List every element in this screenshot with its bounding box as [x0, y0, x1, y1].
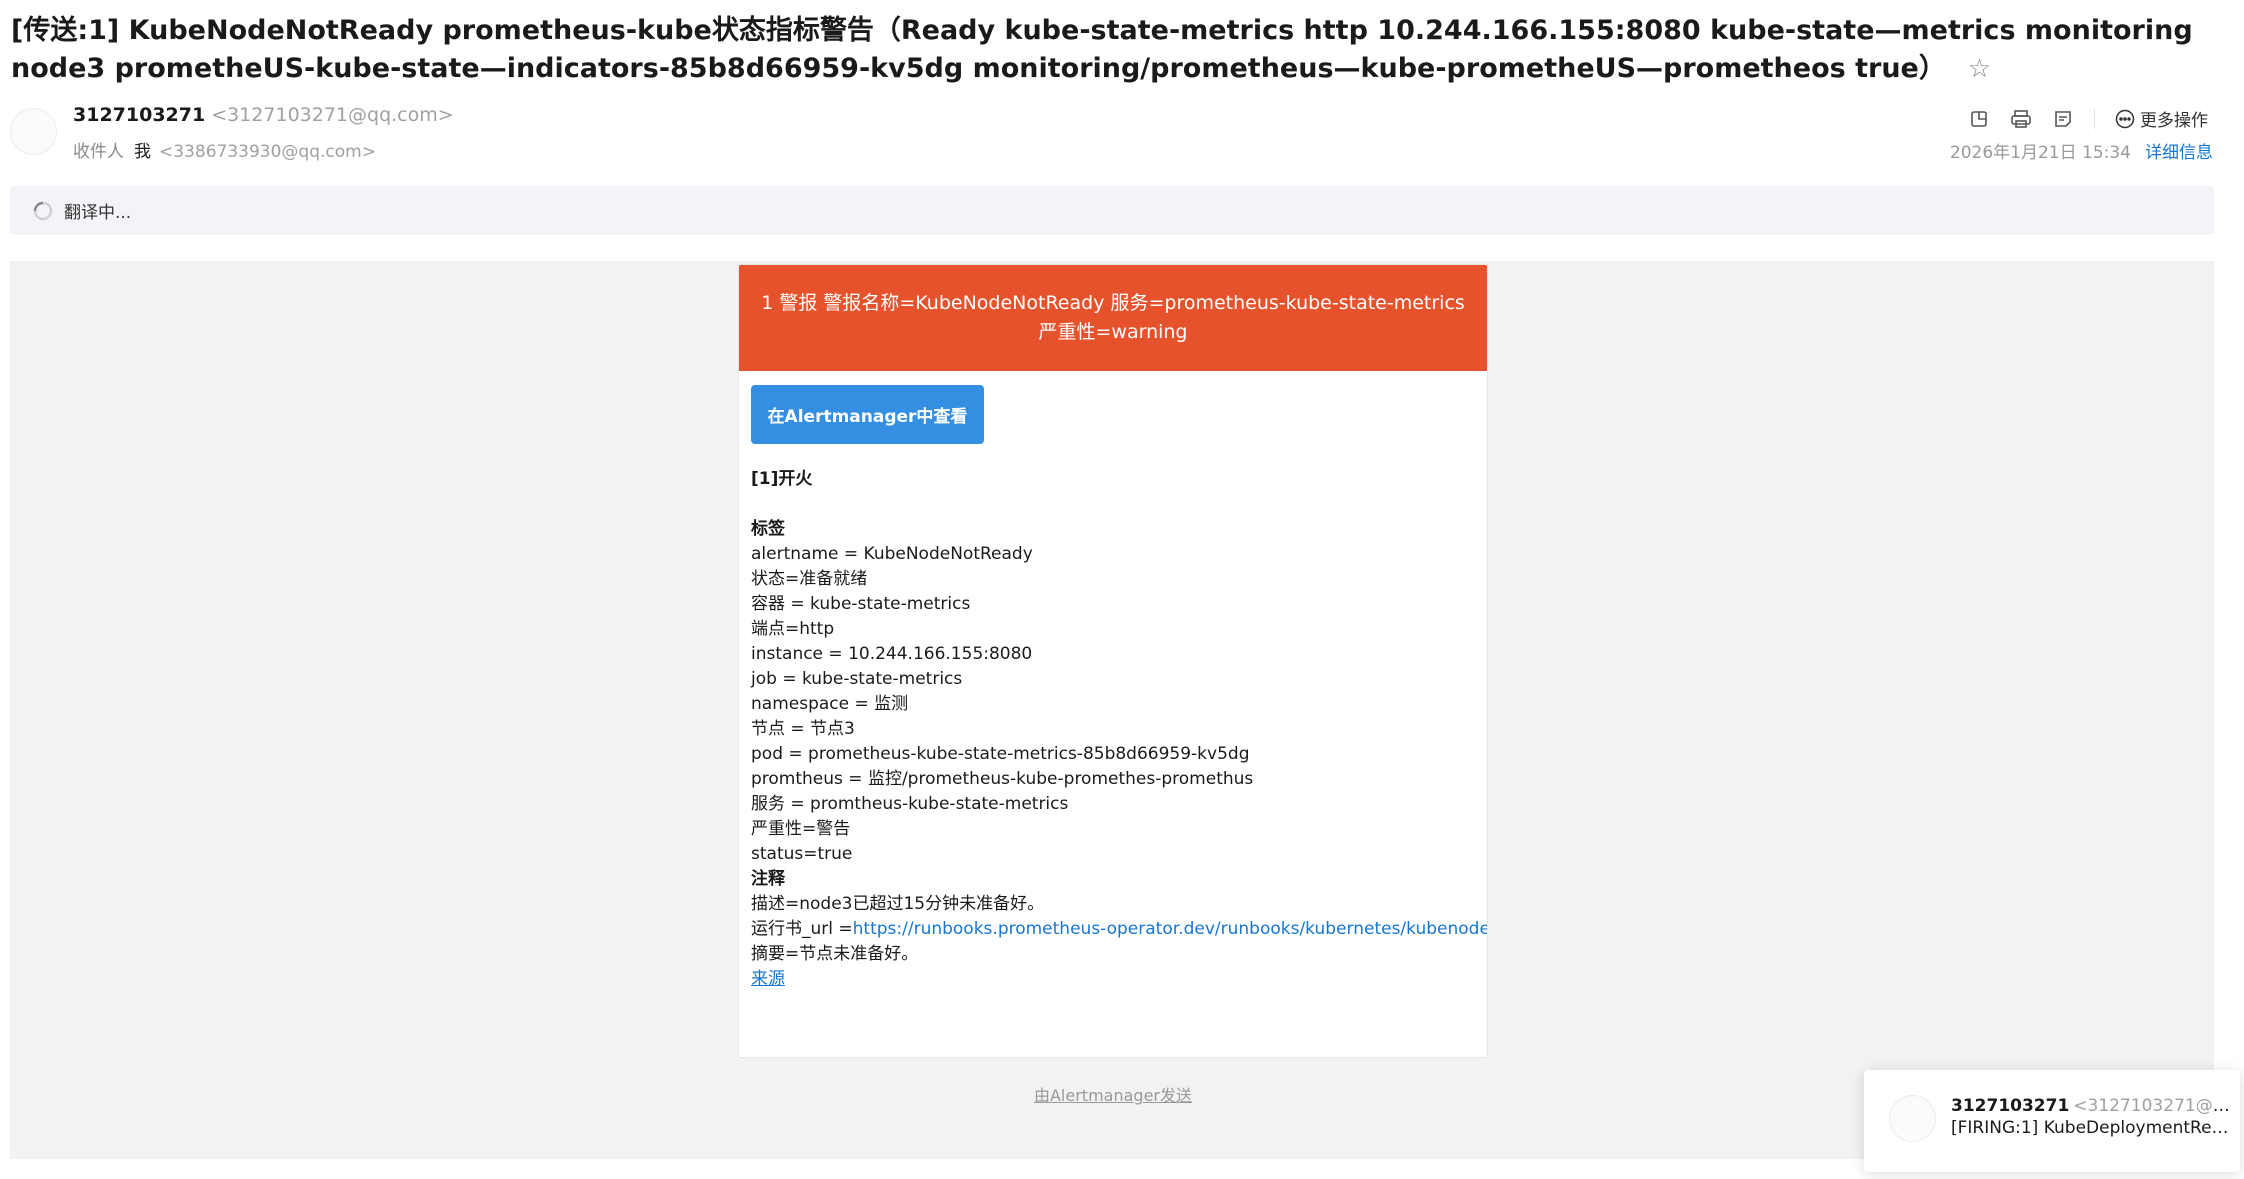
label-item: status=true [751, 844, 853, 864]
new-mail-notification[interactable]: 3127103271<3127103271@qq... [FIRING:1] K… [1864, 1070, 2240, 1172]
label-item: 严重性=警告 [751, 819, 851, 839]
popout-icon[interactable] [1968, 108, 1990, 130]
translate-bar: 翻译中... [10, 186, 2214, 235]
source-link[interactable]: 来源 [751, 969, 785, 989]
email-body: 1 警报 警报名称=KubeNodeNotReady 服务=prometheus… [10, 261, 2214, 1159]
notification-sender-address: <3127103271@qq... [2073, 1096, 2231, 1116]
notification-subject: [FIRING:1] KubeDeploymentReplic... [1951, 1118, 2231, 1138]
label-item: promtheus = 监控/prometheus-kube-promethes… [751, 769, 1254, 789]
translate-status: 翻译中... [64, 203, 132, 223]
email-toolbar: 更多操作 [1968, 106, 2208, 131]
more-actions-label: 更多操作 [2140, 111, 2208, 131]
labels-heading: 标签 [751, 519, 785, 539]
sent-by-alertmanager-link[interactable]: 由Alertmanager发送 [738, 1082, 1488, 1106]
detail-link[interactable]: 详细信息 [2145, 143, 2213, 163]
notification-sender-name: 3127103271 [1951, 1096, 2070, 1116]
note-icon[interactable] [2052, 108, 2074, 130]
annotation-runbook: 运行书_url =https://runbooks.prometheus-ope… [751, 917, 1487, 942]
runbook-link[interactable]: https://runbooks.prometheus-operator.dev… [853, 919, 1487, 939]
firing-heading: [1]开火 [751, 469, 813, 489]
subject-text: [传送:1] KubeNodeNotReady prometheus-kube状… [11, 15, 2193, 84]
star-icon[interactable]: ☆ [1968, 54, 1991, 84]
sender-address[interactable]: <3127103271@qq.com> [211, 104, 453, 126]
recipient-name[interactable]: 我 [134, 142, 151, 162]
annotation-description: 描述=node3已超过15分钟未准备好。 [751, 894, 1045, 914]
sender-avatar[interactable] [10, 108, 57, 155]
label-item: 状态=准备就绪 [751, 569, 868, 589]
recipient-line: 收件人我 <3386733930@qq.com> [73, 137, 376, 162]
alert-header: 1 警报 警报名称=KubeNodeNotReady 服务=prometheus… [739, 265, 1487, 371]
annotation-summary: 摘要=节点未准备好。 [751, 944, 919, 964]
email-date: 2026年1月21日 15:34 [1949, 143, 2131, 163]
loading-spinner-icon [33, 201, 53, 220]
toolbar-divider [2094, 108, 2095, 129]
labels-list: alertname = KubeNodeNotReady 状态=准备就绪容器 = … [751, 542, 1466, 867]
label-item: alertname = KubeNodeNotReady [751, 544, 1033, 564]
recipient-label: 收件人 [73, 142, 124, 162]
email-meta: 2026年1月21日 15:34 详细信息 [1950, 138, 2213, 163]
email-subject: [传送:1] KubeNodeNotReady prometheus-kube状… [11, 12, 2216, 88]
view-in-alertmanager-button[interactable]: 在Alertmanager中查看 [751, 385, 984, 444]
more-icon [2115, 109, 2135, 128]
recipient-address[interactable]: <3386733930@qq.com> [159, 142, 376, 162]
sender-name[interactable]: 3127103271 [73, 104, 205, 126]
print-icon[interactable] [2010, 108, 2032, 130]
alert-details: [1]开火 标签 alertname = KubeNodeNotReady 状态=… [751, 467, 1487, 992]
label-item: pod = prometheus-kube-state-metrics-85b8… [751, 744, 1250, 764]
label-item: 节点 = 节点3 [751, 719, 855, 739]
runbook-label: 运行书_url = [751, 919, 853, 939]
sender-line: 3127103271 <3127103271@qq.com> [73, 104, 454, 126]
notification-avatar [1889, 1095, 1936, 1142]
label-item: 容器 = kube-state-metrics [751, 594, 971, 614]
more-actions-button[interactable]: 更多操作 [2115, 106, 2208, 131]
alert-card: 1 警报 警报名称=KubeNodeNotReady 服务=prometheus… [738, 264, 1488, 1058]
label-item: 端点=http [751, 619, 835, 639]
label-item: job = kube-state-metrics [751, 669, 963, 689]
label-item: instance = 10.244.166.155:8080 [751, 644, 1033, 664]
label-item: 服务 = promtheus-kube-state-metrics [751, 794, 1069, 814]
annotations-heading: 注释 [751, 869, 785, 889]
notification-sender: 3127103271<3127103271@qq... [1951, 1096, 2231, 1116]
label-item: namespace = 监测 [751, 694, 909, 714]
